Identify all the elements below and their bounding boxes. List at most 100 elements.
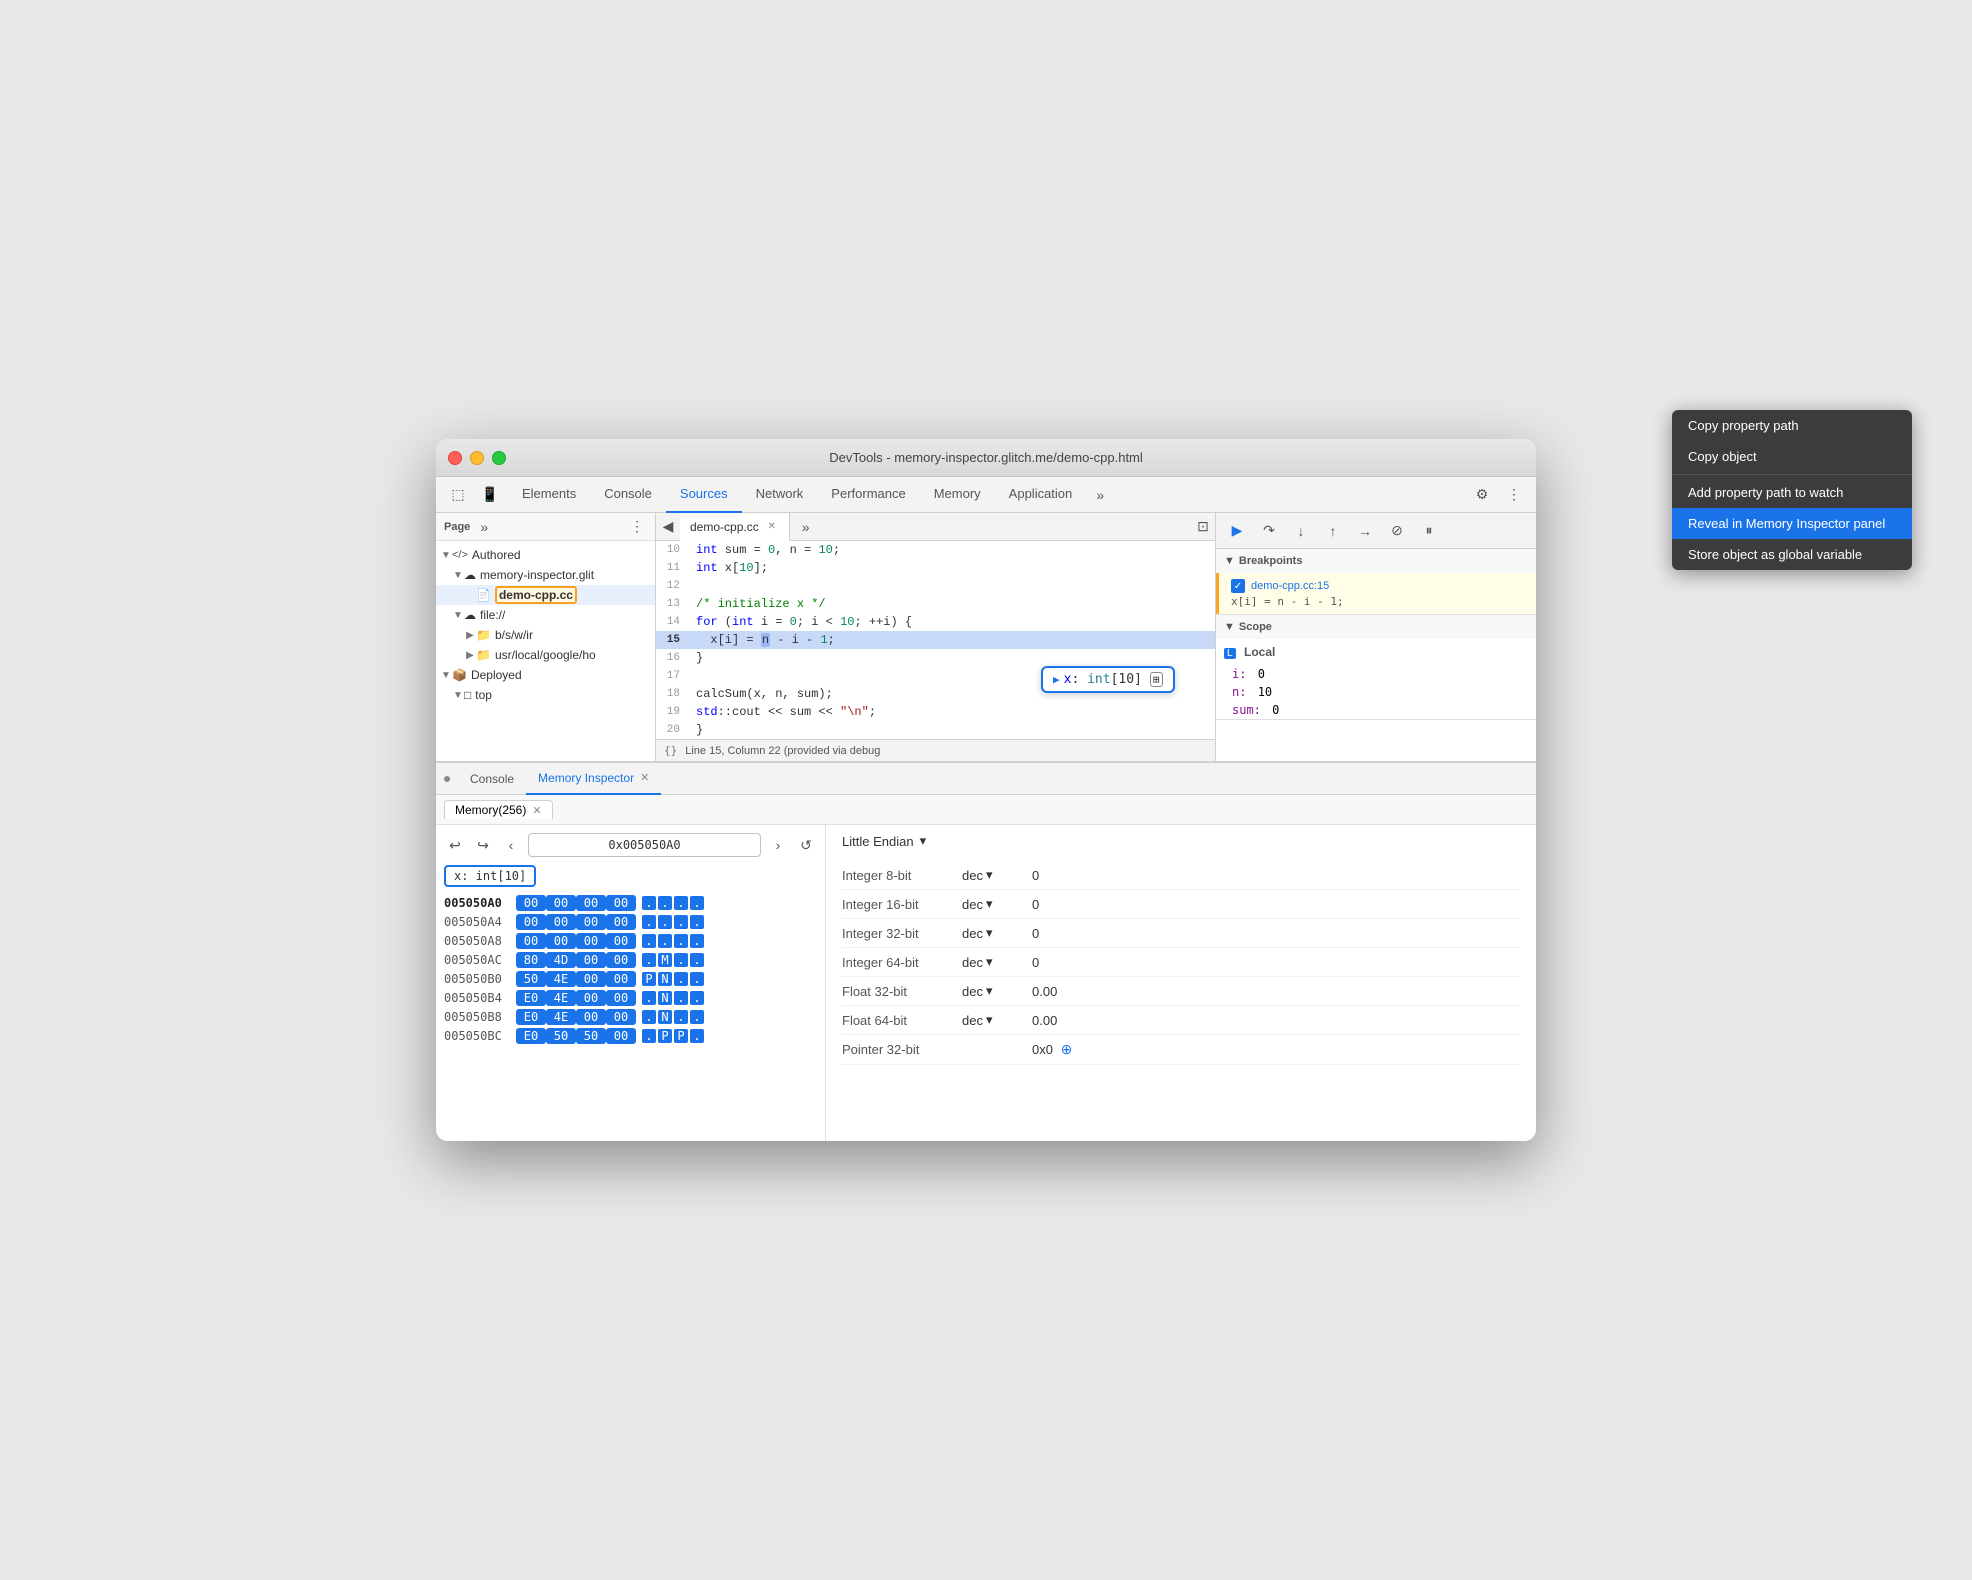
- inspect-element-button[interactable]: ⬚: [444, 481, 472, 509]
- address-back-button[interactable]: ‹: [500, 834, 522, 856]
- hex-row-0: 005050A0 00 00 00 00 . . . .: [444, 895, 817, 911]
- endian-selector[interactable]: Little Endian ▾: [842, 833, 1520, 849]
- hex-cell-2-2[interactable]: 00: [576, 933, 606, 949]
- scope-var-sum[interactable]: sum: 0: [1216, 701, 1536, 719]
- int64-format[interactable]: dec ▾: [962, 954, 1032, 970]
- history-back-button[interactable]: ↩: [444, 834, 466, 856]
- memory-256-tab[interactable]: Memory(256) ✕: [444, 800, 553, 819]
- refresh-button[interactable]: ↺: [795, 834, 817, 856]
- step-into-button[interactable]: ↓: [1288, 518, 1314, 544]
- close-button[interactable]: [448, 451, 462, 465]
- tree-item-usr[interactable]: ▶ 📁 usr/local/google/ho: [436, 645, 655, 665]
- tab-network[interactable]: Network: [742, 477, 818, 513]
- hex-cell-1-3[interactable]: 00: [606, 914, 636, 930]
- hex-cell-3-3[interactable]: 00: [606, 952, 636, 968]
- hex-cell-1-1[interactable]: 00: [546, 914, 576, 930]
- tab-console[interactable]: Console: [590, 477, 666, 513]
- pause-button[interactable]: ⏸: [1416, 518, 1442, 544]
- tree-item-bsw[interactable]: ▶ 📁 b/s/w/ir: [436, 625, 655, 645]
- hex-cell-4-2[interactable]: 00: [576, 971, 606, 987]
- scope-var-n[interactable]: n: 10: [1216, 683, 1536, 701]
- hex-cell-3-2[interactable]: 00: [576, 952, 606, 968]
- maximize-button[interactable]: [492, 451, 506, 465]
- hex-cell-4-0[interactable]: 50: [516, 971, 546, 987]
- ascii-0-3: .: [690, 896, 704, 910]
- editor-tab-close[interactable]: ✕: [765, 520, 779, 534]
- hex-cell-2-0[interactable]: 00: [516, 933, 546, 949]
- address-forward-button[interactable]: ›: [767, 834, 789, 856]
- more-tabs-button[interactable]: »: [1086, 481, 1114, 509]
- memory-inspector-tab-close[interactable]: ✕: [640, 771, 649, 784]
- customize-button[interactable]: ⋮: [1500, 481, 1528, 509]
- minimize-button[interactable]: [470, 451, 484, 465]
- resume-button[interactable]: ▶: [1224, 518, 1250, 544]
- tree-item-top[interactable]: ▼ □ top: [436, 685, 655, 705]
- line-content-19: std::cout << sum << "\n";: [688, 705, 876, 719]
- hex-ascii-0: . . . .: [642, 896, 704, 910]
- hex-cell-0-3[interactable]: 00: [606, 895, 636, 911]
- tab-elements[interactable]: Elements: [508, 477, 590, 513]
- breakpoints-label: Breakpoints: [1239, 555, 1303, 567]
- step-out-button[interactable]: ↑: [1320, 518, 1346, 544]
- tab-performance[interactable]: Performance: [817, 477, 919, 513]
- tree-item-deployed[interactable]: ▼ 📦 Deployed: [436, 665, 655, 685]
- hex-cell-3-0[interactable]: 80: [516, 952, 546, 968]
- hex-cell-1-0[interactable]: 00: [516, 914, 546, 930]
- tab-sources[interactable]: Sources: [666, 477, 742, 513]
- int64-chevron: ▾: [986, 954, 993, 970]
- editor-format[interactable]: ⊡: [1191, 515, 1215, 539]
- deactivate-button[interactable]: ⊘: [1384, 518, 1410, 544]
- page-menu-button[interactable]: ⋮: [627, 517, 647, 537]
- tree-item-demo-cpp[interactable]: 📄 demo-cpp.cc: [436, 585, 655, 605]
- tab-memory[interactable]: Memory: [920, 477, 995, 513]
- hex-cell-3-1[interactable]: 4D: [546, 952, 576, 968]
- ptr32-label: Pointer 32-bit: [842, 1042, 962, 1057]
- editor-tab-democpp[interactable]: demo-cpp.cc ✕: [680, 513, 790, 541]
- int8-format[interactable]: dec ▾: [962, 867, 1032, 883]
- memory-tab-close[interactable]: ✕: [532, 804, 541, 817]
- device-toolbar-button[interactable]: 📱: [476, 481, 504, 509]
- more-pages-button[interactable]: »: [474, 517, 494, 537]
- int16-format-label: dec: [962, 897, 983, 912]
- int32-format[interactable]: dec ▾: [962, 925, 1032, 941]
- code-area[interactable]: 10 int sum = 0, n = 10; 11 int x[10]; 12: [656, 541, 1215, 739]
- hex-cell-4-1[interactable]: 4E: [546, 971, 576, 987]
- float64-value: 0.00: [1032, 1013, 1520, 1028]
- step-over-button[interactable]: ↷: [1256, 518, 1282, 544]
- ptr32-link[interactable]: ⊕: [1061, 1041, 1073, 1057]
- editor-more-tabs[interactable]: »: [794, 515, 818, 539]
- file-tree: ▼ </> Authored ▼ ☁ memory-inspector.glit: [436, 541, 655, 761]
- hex-cell-0-1[interactable]: 00: [546, 895, 576, 911]
- float64-format[interactable]: dec ▾: [962, 1012, 1032, 1028]
- tree-item-authored[interactable]: ▼ </> Authored: [436, 545, 655, 565]
- hex-cell-0-0[interactable]: 00: [516, 895, 546, 911]
- scope-var-i[interactable]: i: 0: [1216, 665, 1536, 683]
- scope-header[interactable]: ▼ Scope: [1216, 615, 1536, 639]
- tree-item-file[interactable]: ▼ ☁ file://: [436, 605, 655, 625]
- tab-console-bottom[interactable]: Console: [458, 763, 526, 795]
- float32-format[interactable]: dec ▾: [962, 983, 1032, 999]
- hex-cell-2-1[interactable]: 00: [546, 933, 576, 949]
- editor-nav-back[interactable]: ◀: [656, 515, 680, 539]
- tree-item-memory-inspector[interactable]: ▼ ☁ memory-inspector.glit: [436, 565, 655, 585]
- hex-cell-2-3[interactable]: 00: [606, 933, 636, 949]
- variable-tooltip[interactable]: ▶ x: int[10] ⊞: [1041, 666, 1175, 693]
- tooltip-memicon[interactable]: ⊞: [1150, 672, 1163, 687]
- ascii-0-0: .: [642, 896, 656, 910]
- step-button[interactable]: →: [1352, 518, 1378, 544]
- float32-chevron: ▾: [986, 983, 993, 999]
- tab-application[interactable]: Application: [995, 477, 1087, 513]
- breakpoint-item[interactable]: ✓ demo-cpp.cc:15 x[i] = n - i - 1;: [1216, 573, 1536, 614]
- int32-chevron: ▾: [986, 925, 993, 941]
- history-forward-button[interactable]: ↩: [472, 834, 494, 856]
- editor-tab-label: demo-cpp.cc: [690, 520, 759, 534]
- address-input[interactable]: [528, 833, 761, 857]
- hex-cell-0-2[interactable]: 00: [576, 895, 606, 911]
- settings-button[interactable]: ⚙: [1468, 481, 1496, 509]
- hex-cell-1-2[interactable]: 00: [576, 914, 606, 930]
- int16-format[interactable]: dec ▾: [962, 896, 1032, 912]
- mi-row-int64: Integer 64-bit dec ▾ 0: [842, 948, 1520, 977]
- breakpoints-header[interactable]: ▼ Breakpoints: [1216, 549, 1536, 573]
- tab-memory-inspector[interactable]: Memory Inspector ✕: [526, 763, 661, 795]
- hex-cell-4-3[interactable]: 00: [606, 971, 636, 987]
